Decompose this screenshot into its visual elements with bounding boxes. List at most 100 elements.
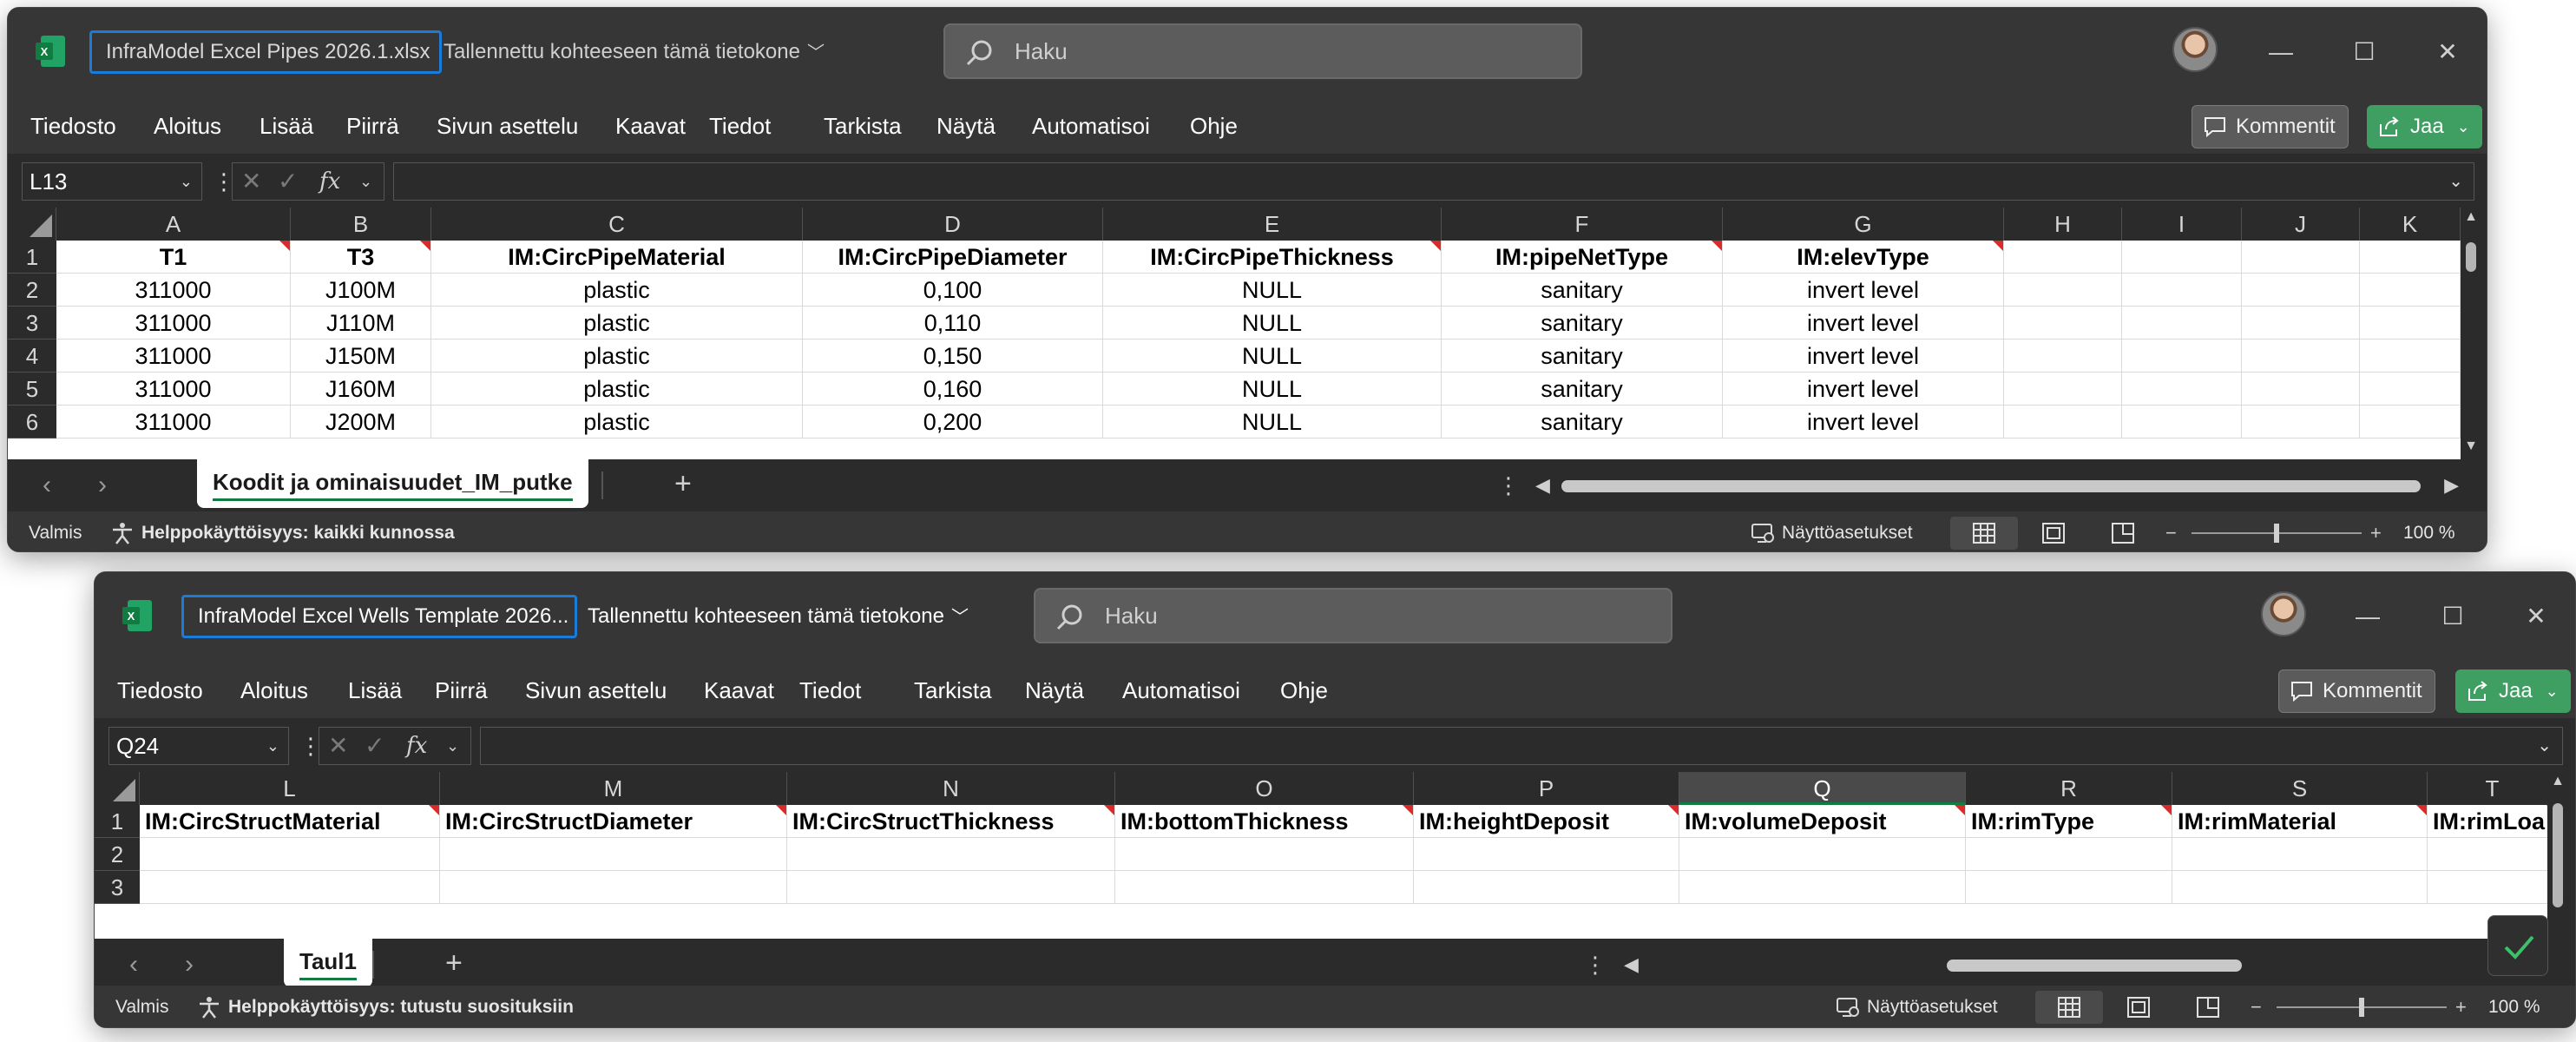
column-header-n[interactable]: N — [787, 772, 1115, 805]
scroll-right-icon[interactable]: ▶ — [2444, 473, 2459, 498]
share-button[interactable]: Jaa ⌄ — [2455, 669, 2571, 713]
table-cell[interactable]: NULL — [1103, 274, 1442, 307]
select-all-button[interactable] — [95, 772, 140, 805]
normal-view-button[interactable] — [2035, 991, 2103, 1024]
file-name[interactable]: InfraModel Excel Pipes 2026.1.xlsx — [89, 30, 442, 74]
scroll-left-icon[interactable]: ◀ — [1624, 953, 1639, 977]
comments-button[interactable]: Kommentit — [2192, 105, 2349, 148]
row-header[interactable]: 2 — [95, 838, 140, 871]
table-cell[interactable] — [440, 871, 787, 904]
header-cell[interactable]: IM:elevType — [1723, 241, 2004, 274]
table-cell[interactable]: J160M — [291, 373, 431, 406]
header-cell[interactable]: IM:CircStructDiameter — [440, 805, 787, 838]
cancel-icon[interactable]: ✕ — [241, 163, 261, 200]
header-cell[interactable]: IM:CircStructMaterial — [140, 805, 440, 838]
horizontal-scrollbar[interactable]: ◀ ▶ — [1532, 473, 2462, 498]
table-cell[interactable]: sanitary — [1442, 340, 1723, 373]
column-header-g[interactable]: G — [1723, 208, 2004, 241]
accessibility-icon[interactable] — [110, 522, 135, 544]
comments-button[interactable]: Kommentit — [2278, 669, 2435, 713]
table-cell[interactable]: plastic — [431, 307, 803, 340]
name-box[interactable]: L13 ⌄ — [22, 162, 202, 201]
column-header-a[interactable]: A — [56, 208, 291, 241]
table-cell[interactable]: 0,100 — [803, 274, 1103, 307]
menu-kaavat[interactable]: Kaavat — [704, 673, 774, 708]
row-header[interactable]: 3 — [95, 871, 140, 904]
table-cell[interactable] — [1115, 871, 1414, 904]
table-cell[interactable] — [2242, 307, 2360, 340]
vertical-scrollbar[interactable]: ▲ ▼ — [2461, 208, 2487, 459]
select-all-button[interactable] — [8, 208, 56, 241]
close-icon[interactable]: ✕ — [2513, 593, 2560, 640]
table-cell[interactable] — [2242, 274, 2360, 307]
table-cell[interactable] — [2428, 871, 2547, 904]
tab-next-icon[interactable]: › — [98, 468, 107, 503]
table-cell[interactable] — [2122, 340, 2242, 373]
table-cell[interactable] — [2360, 274, 2461, 307]
column-header-i[interactable]: I — [2122, 208, 2242, 241]
table-cell[interactable]: sanitary — [1442, 307, 1723, 340]
scroll-thumb[interactable] — [1947, 960, 2242, 972]
tab-prev-icon[interactable]: ‹ — [43, 468, 51, 503]
normal-view-button[interactable] — [1950, 517, 2018, 550]
zoom-level[interactable]: 100 % — [2403, 511, 2455, 551]
page-break-button[interactable] — [2174, 991, 2242, 1024]
formula-input[interactable]: ⌄ — [393, 162, 2474, 201]
menu-lisää[interactable]: Lisää — [260, 109, 313, 143]
row-header[interactable]: 1 — [95, 805, 140, 838]
header-cell[interactable]: IM:CircPipeDiameter — [803, 241, 1103, 274]
table-cell[interactable]: plastic — [431, 340, 803, 373]
table-cell[interactable] — [1679, 838, 1966, 871]
column-header-f[interactable]: F — [1442, 208, 1723, 241]
scroll-thumb[interactable] — [2466, 242, 2476, 272]
table-cell[interactable] — [2242, 373, 2360, 406]
column-header-r[interactable]: R — [1966, 772, 2172, 805]
table-cell[interactable] — [2004, 307, 2122, 340]
column-header-o[interactable]: O — [1115, 772, 1414, 805]
menu-näytä[interactable]: Näytä — [936, 109, 996, 143]
header-cell[interactable]: IM:rimLoa — [2428, 805, 2547, 838]
column-header-p[interactable]: P — [1414, 772, 1679, 805]
table-cell[interactable]: J150M — [291, 340, 431, 373]
table-cell[interactable]: invert level — [1723, 274, 2004, 307]
menu-ohje[interactable]: Ohje — [1280, 673, 1328, 708]
menu-tarkista[interactable]: Tarkista — [824, 109, 902, 143]
menu-lisää[interactable]: Lisää — [348, 673, 402, 708]
zoom-level[interactable]: 100 % — [2488, 986, 2540, 1027]
confirm-icon[interactable]: ✓ — [365, 728, 384, 764]
column-header-b[interactable]: B — [291, 208, 431, 241]
menu-sivun-asettelu[interactable]: Sivun asettelu — [437, 109, 578, 143]
confirm-icon[interactable]: ✓ — [278, 163, 298, 200]
tab-prev-icon[interactable]: ‹ — [129, 947, 138, 982]
table-cell[interactable] — [440, 838, 787, 871]
table-cell[interactable] — [2122, 406, 2242, 439]
table-cell[interactable] — [2242, 340, 2360, 373]
table-cell[interactable]: invert level — [1723, 340, 2004, 373]
column-header-s[interactable]: S — [2172, 772, 2428, 805]
cancel-icon[interactable]: ✕ — [328, 728, 348, 764]
header-cell[interactable]: IM:CircPipeMaterial — [431, 241, 803, 274]
name-box[interactable]: Q24 ⌄ — [108, 727, 289, 765]
zoom-out-icon[interactable]: − — [2165, 511, 2177, 551]
menu-tiedosto[interactable]: Tiedosto — [117, 673, 203, 708]
menu-tiedosto[interactable]: Tiedosto — [30, 109, 116, 143]
maximize-icon[interactable]: ☐ — [2429, 593, 2476, 640]
table-cell[interactable] — [2172, 871, 2428, 904]
cell-grid[interactable]: 1 T1 T3 IM:CircPipeMaterial IM:CircPipeDiame… — [8, 241, 2461, 459]
minimize-icon[interactable]: — — [2257, 29, 2304, 76]
table-cell[interactable]: plastic — [431, 373, 803, 406]
save-status[interactable]: Tallennettu kohteeseen tämä tietokone ﹀ — [444, 30, 825, 74]
menu-kaavat[interactable]: Kaavat — [615, 109, 686, 143]
header-cell[interactable]: IM:volumeDeposit — [1679, 805, 1966, 838]
table-cell[interactable]: sanitary — [1442, 406, 1723, 439]
row-header[interactable]: 1 — [8, 241, 56, 274]
table-cell[interactable] — [2360, 406, 2461, 439]
header-cell[interactable] — [2004, 241, 2122, 274]
zoom-slider-thumb[interactable] — [2359, 998, 2364, 1017]
header-cell[interactable] — [2360, 241, 2461, 274]
header-cell[interactable] — [2122, 241, 2242, 274]
table-cell[interactable]: NULL — [1103, 406, 1442, 439]
table-cell[interactable] — [1414, 838, 1679, 871]
scroll-thumb[interactable] — [2553, 803, 2563, 907]
user-avatar[interactable] — [2172, 27, 2218, 72]
